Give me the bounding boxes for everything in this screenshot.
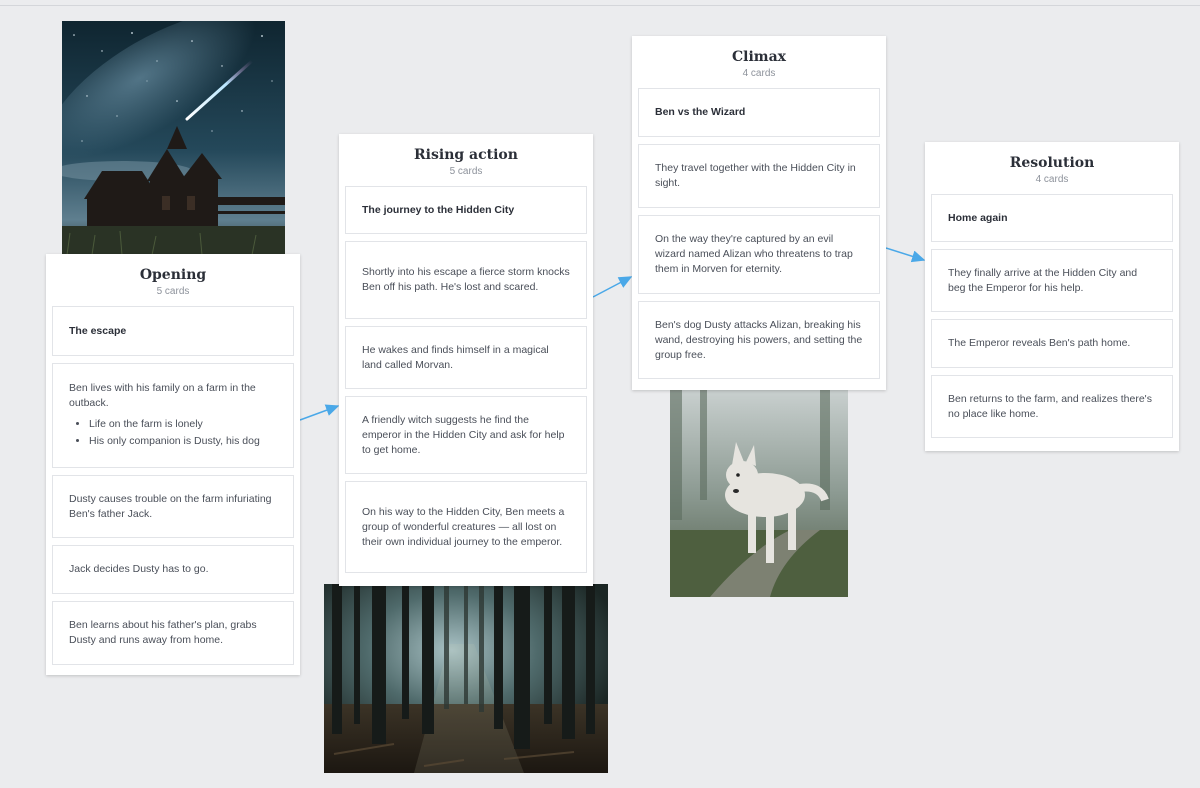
card-title[interactable]: The escape: [52, 306, 294, 356]
card[interactable]: Ben learns about his father's plan, grab…: [52, 601, 294, 665]
column-resolution[interactable]: Resolution 4 cards Home again They final…: [925, 142, 1179, 451]
column-header: Opening 5 cards: [52, 254, 294, 300]
card[interactable]: On the way they're captured by an evil w…: [638, 215, 880, 294]
card-title[interactable]: The journey to the Hidden City: [345, 186, 587, 234]
card-count: 5 cards: [449, 166, 483, 177]
column-title: Rising action: [414, 147, 518, 163]
card[interactable]: They travel together with the Hidden Cit…: [638, 144, 880, 208]
card-title[interactable]: Ben vs the Wizard: [638, 88, 880, 137]
bullet-item: His only companion is Dusty, his dog: [89, 434, 277, 449]
card[interactable]: The Emperor reveals Ben's path home.: [931, 319, 1173, 368]
column-title: Resolution: [1009, 155, 1095, 171]
column-header: Climax 4 cards: [638, 36, 880, 82]
column-title: Opening: [139, 267, 207, 283]
card[interactable]: Ben's dog Dusty attacks Alizan, breaking…: [638, 301, 880, 379]
card[interactable]: Ben lives with his family on a farm in t…: [52, 363, 294, 468]
card[interactable]: Dusty causes trouble on the farm infuria…: [52, 475, 294, 538]
card-title[interactable]: Home again: [931, 194, 1173, 242]
connector-opening-rising: [299, 404, 340, 421]
card-count: 5 cards: [156, 286, 190, 297]
card[interactable]: He wakes and finds himself in a magical …: [345, 326, 587, 389]
column-header: Rising action 5 cards: [345, 134, 587, 180]
column-rising-action[interactable]: Rising action 5 cards The journey to the…: [339, 134, 593, 586]
card-bullets: Life on the farm is lonely His only comp…: [69, 415, 277, 451]
card[interactable]: Jack decides Dusty has to go.: [52, 545, 294, 594]
connector-rising-climax: [592, 276, 633, 298]
column-title: Climax: [731, 49, 786, 65]
card[interactable]: Shortly into his escape a fierce storm k…: [345, 241, 587, 319]
column-climax[interactable]: Climax 4 cards Ben vs the Wizard They tr…: [632, 36, 886, 390]
card[interactable]: Ben returns to the farm, and realizes th…: [931, 375, 1173, 438]
column-opening[interactable]: Opening 5 cards The escape Ben lives wit…: [46, 254, 300, 675]
card[interactable]: A friendly witch suggests he find the em…: [345, 396, 587, 474]
card[interactable]: They finally arrive at the Hidden City a…: [931, 249, 1173, 312]
connector-climax-resolution: [885, 247, 926, 263]
card-count: 4 cards: [742, 68, 776, 79]
column-header: Resolution 4 cards: [931, 142, 1173, 188]
bullet-item: Life on the farm is lonely: [89, 417, 277, 432]
card-count: 4 cards: [1035, 174, 1069, 185]
card[interactable]: On his way to the Hidden City, Ben meets…: [345, 481, 587, 573]
